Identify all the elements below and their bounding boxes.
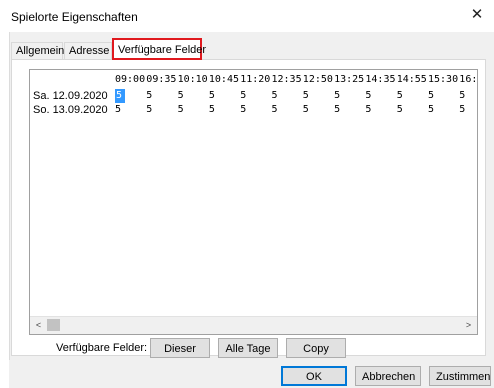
tab-verfuegbare-felder[interactable]: Verfügbare Felder	[112, 38, 206, 60]
grid-cell[interactable]: 5	[303, 103, 309, 117]
column-header: 10:45	[208, 74, 239, 85]
grid-cell[interactable]: 5	[303, 89, 309, 103]
column-header: 12:50	[302, 74, 333, 85]
dieser-tag-button[interactable]: Dieser Tag	[150, 338, 210, 373]
column-header: 10:10	[177, 74, 208, 85]
column-header: 13:25	[334, 74, 365, 85]
column-header: 16:05	[459, 74, 478, 85]
horizontal-scrollbar[interactable]: < >	[30, 316, 477, 334]
grid-cell[interactable]: 5	[240, 89, 246, 103]
grid-cell[interactable]: 5	[240, 103, 246, 117]
grid-cell[interactable]: 5	[459, 103, 465, 117]
dialog-body: Allgemein Adresse Verfügbare Felder 09:0…	[0, 32, 494, 388]
column-header: 09:35	[146, 74, 177, 85]
grid-cell[interactable]: 5	[115, 89, 126, 103]
grid-cell[interactable]: 5	[428, 89, 434, 103]
row-header: Sa. 12.09.2020	[33, 90, 108, 102]
column-header: 12:35	[271, 74, 302, 85]
window-title: Spielorte Eigenschaften	[11, 10, 138, 24]
left-edge	[0, 32, 10, 388]
grid-cell[interactable]: 5	[365, 89, 371, 103]
column-header: 15:30	[428, 74, 459, 85]
column-header: 11:20	[240, 74, 271, 85]
cancel-button[interactable]: Abbrechen	[355, 366, 421, 386]
grid-cell[interactable]: 5	[334, 103, 340, 117]
column-header: 14:55	[396, 74, 427, 85]
grid-cell[interactable]: 5	[146, 103, 152, 117]
column-header: 09:00	[115, 74, 146, 85]
dialog-footer: OK Abbrechen Zustimmen	[9, 360, 494, 388]
grid-cell[interactable]: 5	[178, 103, 184, 117]
scroll-right-icon[interactable]: >	[460, 317, 477, 334]
title-bar: Spielorte Eigenschaften ✕	[0, 0, 494, 32]
grid-cell[interactable]: 5	[365, 103, 371, 117]
grid-cell[interactable]: 5	[428, 103, 434, 117]
grid-cell[interactable]: 5	[397, 89, 403, 103]
tab-allgemein[interactable]: Allgemein	[11, 42, 64, 59]
tab-panel: 09:00 09:35 10:10 10:45 11:20 12:35 12:50 13:25…	[11, 59, 486, 373]
grid-cell[interactable]: 5	[146, 89, 152, 103]
grid-cell[interactable]: 5	[459, 89, 465, 103]
ok-button[interactable]: OK	[281, 366, 347, 386]
availability-grid[interactable]: 09:00 09:35 10:10 10:45 11:20 12:35 12:50 13:25…	[29, 69, 478, 335]
scrollbar-thumb[interactable]	[47, 319, 60, 331]
grid-cell[interactable]: 5	[178, 89, 184, 103]
row-header: So. 13.09.2020	[33, 104, 108, 116]
grid-cell[interactable]: 5	[334, 89, 340, 103]
alle-tage-button[interactable]: Alle Tage	[218, 338, 278, 358]
apply-button[interactable]: Zustimmen	[429, 366, 491, 386]
close-icon[interactable]: ✕	[469, 7, 485, 23]
grid-cell[interactable]: 5	[209, 103, 215, 117]
tab-adresse[interactable]: Adresse	[64, 42, 112, 59]
scroll-left-icon[interactable]: <	[30, 317, 47, 334]
grid-cell[interactable]: 5	[272, 89, 278, 103]
grid-cell[interactable]: 5	[397, 103, 403, 117]
available-fields-label: Verfügbare Felder: 5	[56, 341, 156, 355]
column-header: 14:35	[365, 74, 396, 85]
available-fields-text: Verfügbare Felder:	[56, 342, 148, 354]
grid-cell[interactable]: 5	[272, 103, 278, 117]
grid-cell[interactable]: 5	[115, 103, 121, 117]
copy-button[interactable]: Copy	[286, 338, 346, 358]
grid-cell[interactable]: 5	[209, 89, 215, 103]
